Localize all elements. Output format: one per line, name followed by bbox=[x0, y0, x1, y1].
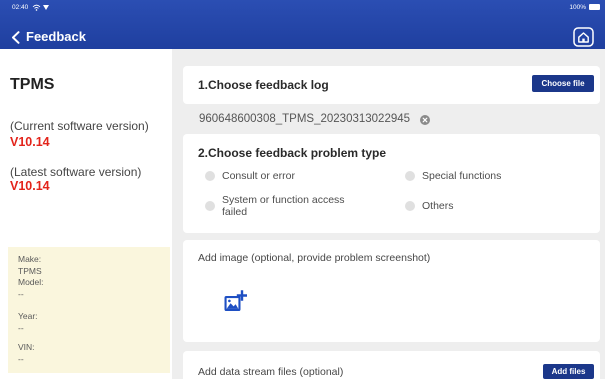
battery-icon bbox=[589, 4, 600, 10]
signal-icon bbox=[43, 5, 49, 10]
option-label: Consult or error bbox=[222, 170, 295, 182]
radio-button[interactable] bbox=[405, 171, 415, 181]
info-vin: VIN: -- bbox=[18, 342, 160, 365]
home-icon bbox=[573, 27, 594, 47]
choose-file-button[interactable]: Choose file bbox=[532, 75, 594, 92]
problem-type-title: 2.Choose feedback problem type bbox=[198, 146, 387, 160]
option-label: Special functions bbox=[422, 170, 502, 182]
info-label: Make: bbox=[18, 254, 42, 264]
info-value: -- bbox=[18, 288, 24, 299]
radio-button[interactable] bbox=[405, 201, 415, 211]
add-image-section: Add image (optional, provide problem scr… bbox=[183, 240, 600, 342]
wifi-icon bbox=[32, 4, 41, 11]
info-value: -- bbox=[18, 322, 24, 333]
page-title: Feedback bbox=[26, 29, 86, 44]
info-label: VIN: bbox=[18, 342, 35, 352]
module-title: TPMS bbox=[10, 76, 55, 93]
option-label: System or function access failed bbox=[222, 194, 345, 218]
option-system-access-failed[interactable]: System or function access failed bbox=[205, 194, 372, 218]
sidebar: TPMS (Current software version) V10.14 (… bbox=[0, 49, 172, 379]
chevron-left-icon bbox=[12, 30, 20, 44]
info-label: Year: bbox=[18, 311, 38, 321]
battery-level: 100% bbox=[569, 4, 586, 11]
info-make: Make: TPMS bbox=[18, 254, 160, 277]
option-special-functions[interactable]: Special functions bbox=[405, 170, 501, 182]
status-time: 02:40 bbox=[12, 4, 29, 11]
problem-type-section: 2.Choose feedback problem type Consult o… bbox=[183, 134, 600, 233]
feedback-log-section: 1.Choose feedback log Choose file bbox=[183, 66, 600, 104]
radio-button[interactable] bbox=[205, 201, 215, 211]
close-circle-icon bbox=[420, 114, 431, 125]
info-label: Model: bbox=[18, 277, 44, 287]
latest-version-label: (Latest software version) bbox=[10, 165, 142, 179]
home-button[interactable] bbox=[573, 27, 594, 47]
radio-button[interactable] bbox=[205, 171, 215, 181]
current-version-label: (Current software version) bbox=[10, 119, 149, 133]
add-files-section: Add data stream files (optional) Add fil… bbox=[183, 351, 600, 379]
remove-file-button[interactable] bbox=[420, 114, 431, 125]
info-value: TPMS bbox=[18, 265, 42, 276]
add-files-button[interactable]: Add files bbox=[543, 364, 594, 379]
add-image-label: Add image (optional, provide problem scr… bbox=[198, 252, 431, 264]
info-year: Year: -- bbox=[18, 311, 160, 334]
info-value: -- bbox=[18, 353, 24, 364]
app-header: 02:40 100% Feedback bbox=[0, 0, 605, 49]
current-version-value: V10.14 bbox=[10, 135, 50, 149]
option-others[interactable]: Others bbox=[405, 200, 454, 212]
back-button[interactable]: Feedback bbox=[11, 27, 86, 47]
option-label: Others bbox=[422, 200, 454, 212]
latest-version-value: V10.14 bbox=[10, 179, 50, 193]
image-plus-icon bbox=[224, 290, 247, 311]
add-image-button[interactable] bbox=[223, 290, 247, 314]
vehicle-info-box: Make: TPMS Model: -- Year: -- VIN: -- bbox=[8, 247, 170, 373]
selected-file-name: 960648600308_TPMS_20230313022945 bbox=[199, 113, 411, 125]
add-files-label: Add data stream files (optional) bbox=[198, 366, 344, 378]
feedback-log-title: 1.Choose feedback log bbox=[198, 78, 329, 92]
info-model: Model: -- bbox=[18, 277, 160, 300]
selected-file-row: 960648600308_TPMS_20230313022945 bbox=[183, 108, 600, 131]
option-consult-or-error[interactable]: Consult or error bbox=[205, 170, 295, 182]
